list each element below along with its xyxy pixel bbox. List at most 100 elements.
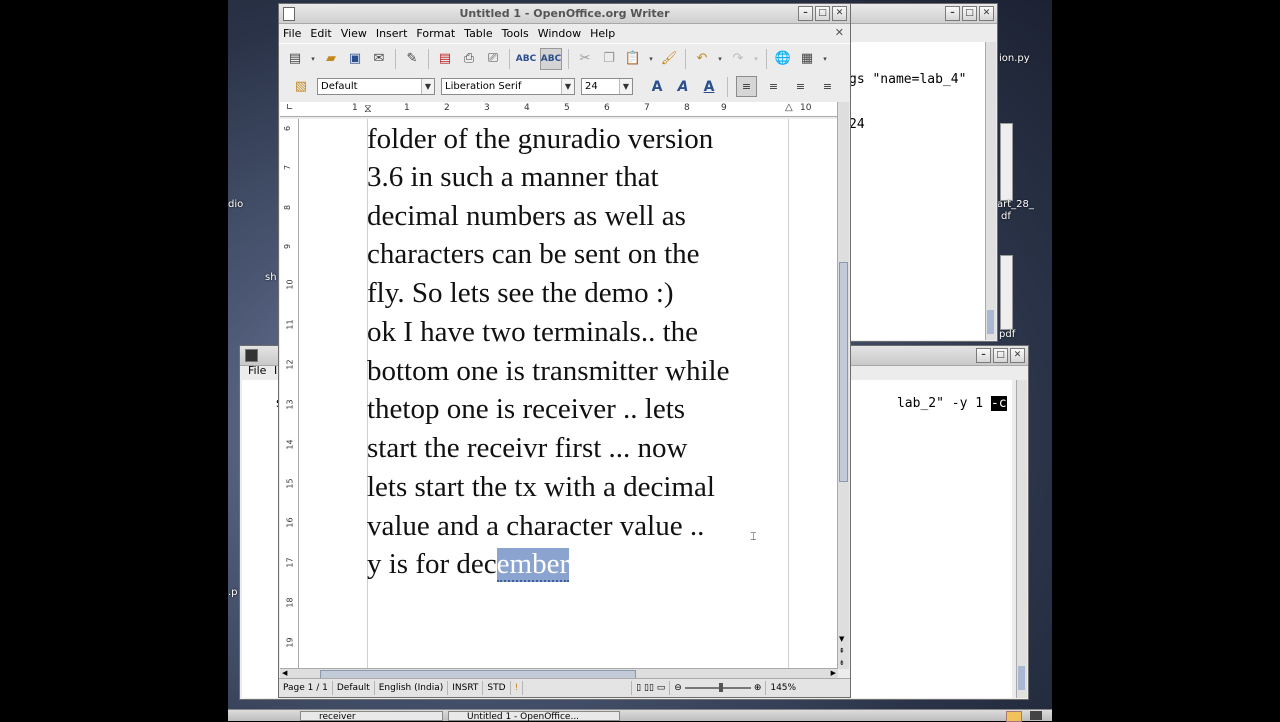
email-icon[interactable]: ✉ [369, 49, 389, 69]
desktop-file-icon[interactable] [1000, 255, 1013, 330]
scrollbar-thumb[interactable] [987, 310, 994, 334]
autospellcheck-icon[interactable]: ABC [540, 47, 562, 70]
desktop-file-label[interactable]: df [1001, 211, 1011, 222]
minimize-icon[interactable]: – [945, 6, 960, 21]
desktop-file-label[interactable]: .p [228, 587, 238, 598]
zoom-slider[interactable]: ⊖ ⊕ [670, 683, 765, 693]
document-page[interactable]: folder of the gnuradio version 3.6 in su… [299, 119, 839, 669]
open-folder-icon[interactable]: ▰ [321, 49, 341, 69]
maximize-icon[interactable]: □ [815, 6, 830, 21]
spellcheck-icon[interactable]: ABC [516, 49, 536, 69]
font-name-dropdown[interactable]: Liberation Serif ▼ [441, 78, 575, 95]
menu-file[interactable]: File [283, 27, 301, 40]
font-size-dropdown[interactable]: 24 ▼ [581, 78, 633, 95]
document-line[interactable]: characters can be sent on the [367, 238, 700, 271]
align-right-icon[interactable]: ≡ [790, 76, 811, 97]
new-document-icon[interactable]: ▤ [285, 49, 305, 69]
indent-marker-icon[interactable]: ⧖ [364, 102, 372, 116]
close-icon[interactable]: ✕ [832, 6, 847, 21]
document-line[interactable]: fly. So lets see the demo :) [367, 277, 674, 310]
zoom-track[interactable] [684, 683, 751, 692]
edit-file-icon[interactable]: ✎ [402, 49, 422, 69]
close-icon[interactable]: ✕ [1010, 348, 1025, 363]
chevron-down-icon[interactable]: ▼ [561, 79, 574, 94]
print-preview-icon[interactable]: ⎚ [483, 49, 503, 69]
desktop-file-label[interactable]: art_28_ [997, 199, 1034, 210]
status-zoom[interactable]: 145% [765, 681, 800, 695]
chevron-down-icon[interactable]: ▾ [309, 49, 317, 69]
desktop-file-icon[interactable] [1000, 123, 1013, 201]
underline-icon[interactable]: A [699, 77, 719, 97]
document-line[interactable]: decimal numbers as well as [367, 200, 686, 233]
copy-icon[interactable]: ❐ [599, 49, 619, 69]
zoom-out-icon[interactable]: ⊖ [674, 683, 682, 693]
redo-icon[interactable]: ↷ [728, 49, 748, 69]
menu-window[interactable]: Window [538, 27, 581, 40]
horizontal-ruler[interactable]: ∟ 1 ⧖ 1 2 3 4 5 6 7 8 9 △ 10 [280, 102, 841, 117]
status-insert-mode[interactable]: INSRT [448, 681, 484, 695]
undo-icon[interactable]: ↶ [692, 49, 712, 69]
menu-insert[interactable]: Insert [376, 27, 408, 40]
next-page-icon[interactable]: ⇟ [839, 659, 845, 667]
desktop-file-label[interactable]: pdf [999, 329, 1015, 340]
terminal-menu-file[interactable]: File [248, 364, 266, 377]
status-page-style[interactable]: Default [333, 681, 375, 695]
align-center-icon[interactable]: ≡ [763, 76, 784, 97]
chevron-down-icon[interactable]: ▾ [647, 49, 655, 69]
writer-window[interactable]: Untitled 1 - OpenOffice.org Writer – □ ✕… [278, 3, 851, 698]
bold-icon[interactable]: A [647, 77, 667, 97]
close-icon[interactable]: ✕ [979, 6, 994, 21]
scrollbar-thumb[interactable] [839, 262, 848, 482]
chevron-down-icon[interactable]: ▾ [821, 49, 829, 69]
writer-titlebar[interactable]: Untitled 1 - OpenOffice.org Writer – □ ✕ [279, 4, 850, 24]
chevron-down-icon[interactable]: ▾ [752, 49, 760, 69]
scroll-left-icon[interactable]: ◀ [282, 669, 287, 677]
align-left-icon[interactable]: ≡ [736, 76, 757, 97]
justify-icon[interactable]: ≡ [817, 76, 838, 97]
desktop-file-label[interactable]: dio [228, 199, 243, 210]
tray-icon[interactable] [1030, 711, 1042, 720]
tray-icon[interactable] [1006, 711, 1022, 722]
right-indent-marker-icon[interactable]: △ [785, 102, 793, 113]
maximize-icon[interactable]: □ [993, 348, 1008, 363]
document-line[interactable]: lets start the tx with a decimal [367, 471, 715, 504]
italic-icon[interactable]: A [673, 77, 693, 97]
view-layout-icon[interactable]: ▯ ▯▯ ▭ [632, 681, 671, 695]
terminal-menu-edit[interactable]: I [274, 364, 277, 377]
table-icon[interactable]: ▦ [797, 49, 817, 69]
save-icon[interactable]: ▣ [345, 49, 365, 69]
scrollbar-thumb[interactable] [1018, 666, 1025, 690]
document-line[interactable]: folder of the gnuradio version [367, 123, 713, 156]
menu-format[interactable]: Format [416, 27, 455, 40]
document-line-current[interactable]: y is for december [367, 548, 570, 582]
minimize-icon[interactable]: – [976, 348, 991, 363]
paste-icon[interactable]: 📋 [623, 49, 643, 69]
desktop-file-label[interactable]: sh [265, 272, 277, 283]
hyperlink-icon[interactable]: 🌐 [773, 49, 793, 69]
vertical-scrollbar[interactable]: ▼ ⇞ ⇟ [837, 102, 849, 669]
document-line[interactable]: bottom one is transmitter while [367, 355, 729, 388]
scroll-right-icon[interactable]: ▶ [831, 669, 836, 677]
styles-formatting-icon[interactable]: ▧ [291, 77, 311, 97]
document-line[interactable]: ok I have two terminals.. the [367, 316, 698, 349]
desktop-file-label[interactable]: ion.py [999, 53, 1030, 64]
document-line[interactable]: thetop one is receiver .. lets [367, 393, 685, 426]
menu-tools[interactable]: Tools [502, 27, 529, 40]
tab-stop-icon[interactable]: ∟ [286, 103, 294, 113]
menu-view[interactable]: View [341, 27, 367, 40]
zoom-handle[interactable] [718, 683, 723, 692]
document-line[interactable]: 3.6 in such a manner that [367, 161, 659, 194]
status-signature[interactable] [523, 681, 633, 695]
status-selection-mode[interactable]: STD [483, 681, 511, 695]
chevron-down-icon[interactable]: ▼ [619, 79, 632, 94]
minimize-icon[interactable]: – [798, 6, 813, 21]
chevron-down-icon[interactable]: ▼ [421, 79, 434, 94]
status-page[interactable]: Page 1 / 1 [279, 681, 333, 695]
chevron-down-icon[interactable]: ▾ [716, 49, 724, 69]
menu-table[interactable]: Table [464, 27, 492, 40]
clone-formatting-icon[interactable]: 🖌 [659, 49, 679, 69]
zoom-in-icon[interactable]: ⊕ [754, 683, 762, 693]
close-document-icon[interactable]: ✕ [835, 26, 844, 39]
status-language[interactable]: English (India) [375, 681, 449, 695]
paragraph-style-dropdown[interactable]: Default ▼ [317, 78, 435, 95]
